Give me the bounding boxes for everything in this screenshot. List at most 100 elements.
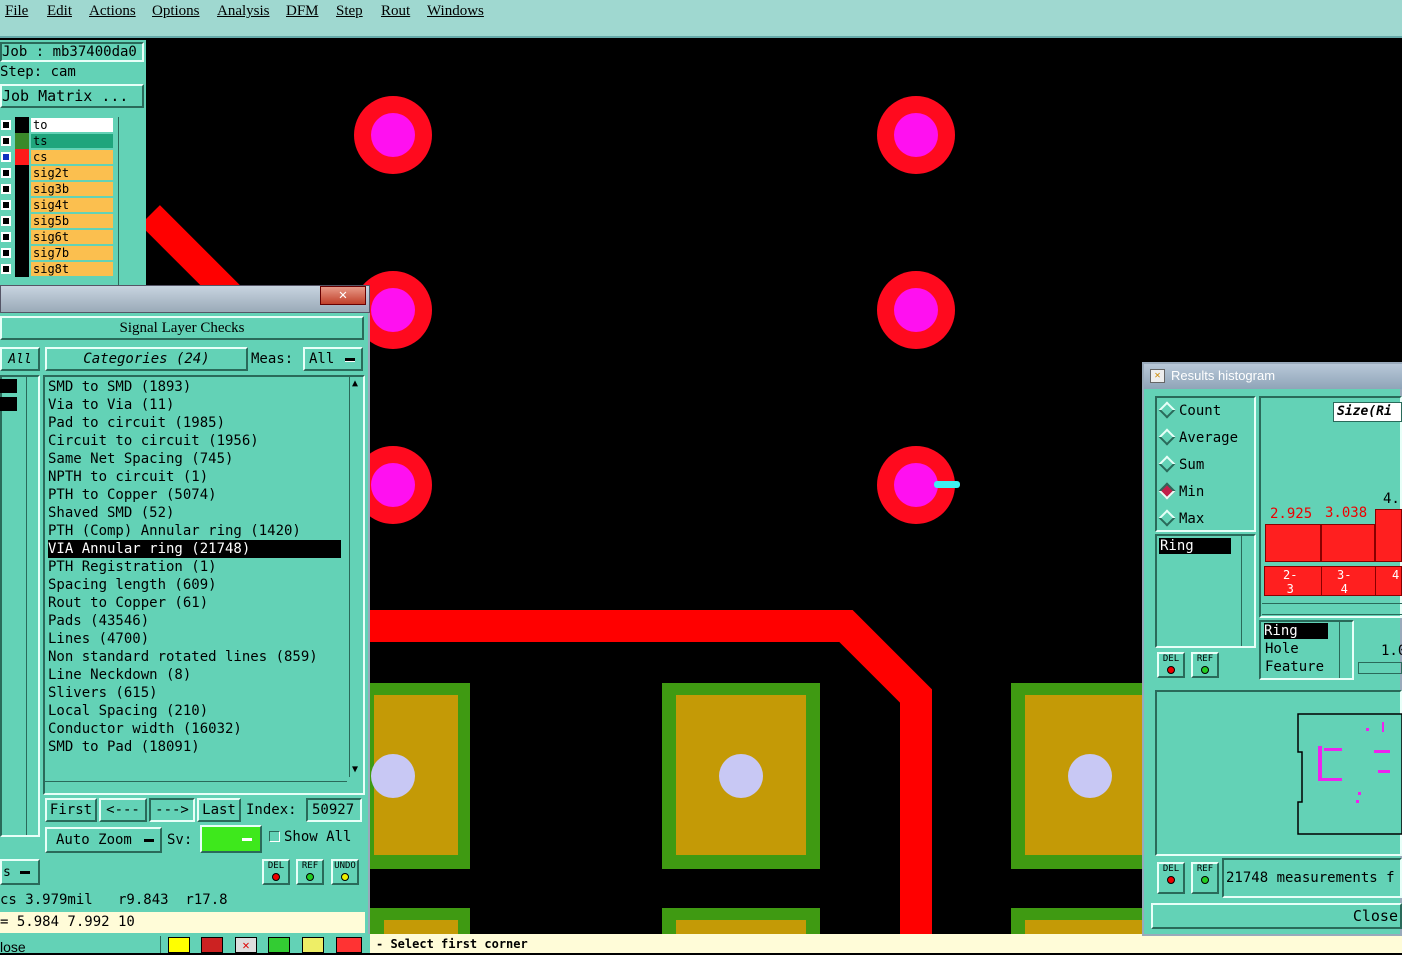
menu-edit[interactable]: Edit: [47, 3, 72, 20]
layer-list-scroll[interactable]: [118, 117, 144, 287]
category-item[interactable]: Rout to Copper (61): [48, 594, 208, 612]
attr-choice-feature[interactable]: Feature: [1265, 659, 1324, 675]
hist-ref-button[interactable]: REF: [1191, 652, 1219, 678]
tool-record-icon[interactable]: [201, 937, 223, 953]
layer-name[interactable]: ts: [31, 134, 113, 148]
layer-checkbox[interactable]: [1, 168, 11, 178]
category-item[interactable]: PTH Registration (1): [48, 558, 217, 576]
layer-name[interactable]: sig6t: [31, 230, 113, 244]
category-item[interactable]: PTH (Comp) Annular ring (1420): [48, 522, 301, 540]
tool-histogram-icon[interactable]: [336, 937, 362, 953]
job-matrix-button[interactable]: Job Matrix ...: [0, 84, 144, 108]
tool-zoom-icon[interactable]: [168, 937, 190, 953]
hist-bar-3[interactable]: [1375, 509, 1402, 562]
layer-name[interactable]: to: [31, 118, 113, 132]
menu-rout[interactable]: Rout: [381, 3, 410, 20]
category-item[interactable]: Same Net Spacing (745): [48, 450, 233, 468]
category-item[interactable]: Shaved SMD (52): [48, 504, 174, 522]
category-item[interactable]: SMD to Pad (18091): [48, 738, 200, 756]
scroll-down-icon[interactable]: ▼: [352, 764, 358, 775]
layer-checkbox[interactable]: [1, 136, 11, 146]
menu-options[interactable]: Options: [152, 3, 200, 20]
attr-list-selected[interactable]: Ring: [1159, 538, 1231, 554]
prev-button[interactable]: <---: [99, 798, 147, 822]
attr-choice-scrollbar[interactable]: [1339, 622, 1352, 678]
del-button[interactable]: DEL: [262, 859, 290, 885]
category-item[interactable]: Non standard rotated lines (859): [48, 648, 318, 666]
layer-name[interactable]: sig8t: [31, 262, 113, 276]
category-item[interactable]: Conductor width (16032): [48, 720, 242, 738]
menu-step[interactable]: Step: [336, 3, 363, 20]
first-button[interactable]: First: [45, 798, 97, 822]
scale-slider[interactable]: [1358, 662, 1402, 674]
menu-file[interactable]: File: [5, 3, 28, 20]
next-button[interactable]: --->: [149, 798, 195, 822]
menu-windows[interactable]: Windows: [427, 3, 484, 20]
checks-close-button[interactable]: ✕: [320, 286, 366, 305]
record-icon: [306, 873, 314, 881]
index-input[interactable]: 50927: [306, 798, 362, 822]
layer-checkbox[interactable]: [1, 232, 11, 242]
checks-titlebar[interactable]: [0, 285, 370, 313]
layer-name[interactable]: cs: [31, 150, 113, 164]
layer-checkbox[interactable]: [1, 200, 11, 210]
category-item[interactable]: SMD to SMD (1893): [48, 378, 191, 396]
left-list-scrollbar[interactable]: [26, 377, 38, 835]
last-button[interactable]: Last: [197, 798, 241, 822]
menu-dfm[interactable]: DFM: [286, 3, 319, 20]
category-item[interactable]: Line Neckdown (8): [48, 666, 191, 684]
smd-pad-1: [360, 683, 470, 869]
attr-choice-hole[interactable]: Hole: [1265, 641, 1299, 657]
side-dropdown[interactable]: s: [0, 859, 40, 885]
category-item[interactable]: Slivers (615): [48, 684, 158, 702]
sv-dropdown[interactable]: [200, 825, 262, 853]
histogram-close-button[interactable]: Close: [1151, 903, 1402, 929]
category-item[interactable]: Spacing length (609): [48, 576, 217, 594]
zoom-dropdown[interactable]: Auto Zoom: [45, 827, 162, 853]
layer-name[interactable]: sig5b: [31, 214, 113, 228]
layer-name[interactable]: sig2t: [31, 166, 113, 180]
attr-choice-ring[interactable]: Ring: [1264, 623, 1328, 639]
ref-button[interactable]: REF: [296, 859, 324, 885]
tool-delete-icon[interactable]: ✕: [235, 937, 257, 953]
undo-button[interactable]: UNDO: [331, 859, 359, 885]
layer-checkbox[interactable]: [1, 184, 11, 194]
show-all-checkbox[interactable]: [269, 831, 280, 842]
horizontal-scrollbar[interactable]: [45, 781, 347, 793]
scroll-up-icon[interactable]: ▲: [352, 378, 358, 389]
layer-checkbox[interactable]: [1, 248, 11, 258]
category-item[interactable]: Pad to circuit (1985): [48, 414, 225, 432]
category-scrollbar[interactable]: [349, 377, 363, 777]
del-label: DEL: [1162, 864, 1180, 874]
map-del-button[interactable]: DEL: [1157, 862, 1185, 894]
all-button[interactable]: All: [0, 347, 40, 371]
menu-actions[interactable]: Actions: [89, 3, 136, 20]
meas-dropdown[interactable]: All: [303, 347, 363, 371]
hist-hscroll[interactable]: [1262, 603, 1402, 615]
radio-label-max: Max: [1179, 511, 1205, 527]
menu-analysis[interactable]: Analysis: [217, 3, 270, 20]
layer-checkbox[interactable]: [1, 216, 11, 226]
hist-del-button[interactable]: DEL: [1157, 652, 1185, 678]
tool-notes-icon[interactable]: [302, 937, 324, 953]
category-item[interactable]: Local Spacing (210): [48, 702, 208, 720]
attr-list-scrollbar[interactable]: [1241, 536, 1254, 646]
hist-bar-1[interactable]: [1265, 524, 1321, 562]
category-item[interactable]: Pads (43546): [48, 612, 149, 630]
category-item[interactable]: PTH to Copper (5074): [48, 486, 217, 504]
map-ref-button[interactable]: REF: [1191, 862, 1219, 894]
layer-checkbox[interactable]: [1, 152, 11, 162]
layer-checkbox[interactable]: [1, 120, 11, 130]
categories-button[interactable]: Categories (24): [45, 347, 248, 371]
category-item[interactable]: NPTH to circuit (1): [48, 468, 208, 486]
hist-bar-2[interactable]: [1321, 524, 1375, 562]
layer-name[interactable]: sig4t: [31, 198, 113, 212]
category-item[interactable]: VIA Annular ring (21748): [48, 540, 341, 558]
layer-checkbox[interactable]: [1, 264, 11, 274]
tool-green-icon[interactable]: [268, 937, 290, 953]
layer-name[interactable]: sig3b: [31, 182, 113, 196]
layer-name[interactable]: sig7b: [31, 246, 113, 260]
category-item[interactable]: Circuit to circuit (1956): [48, 432, 259, 450]
category-item[interactable]: Lines (4700): [48, 630, 149, 648]
category-item[interactable]: Via to Via (11): [48, 396, 174, 414]
